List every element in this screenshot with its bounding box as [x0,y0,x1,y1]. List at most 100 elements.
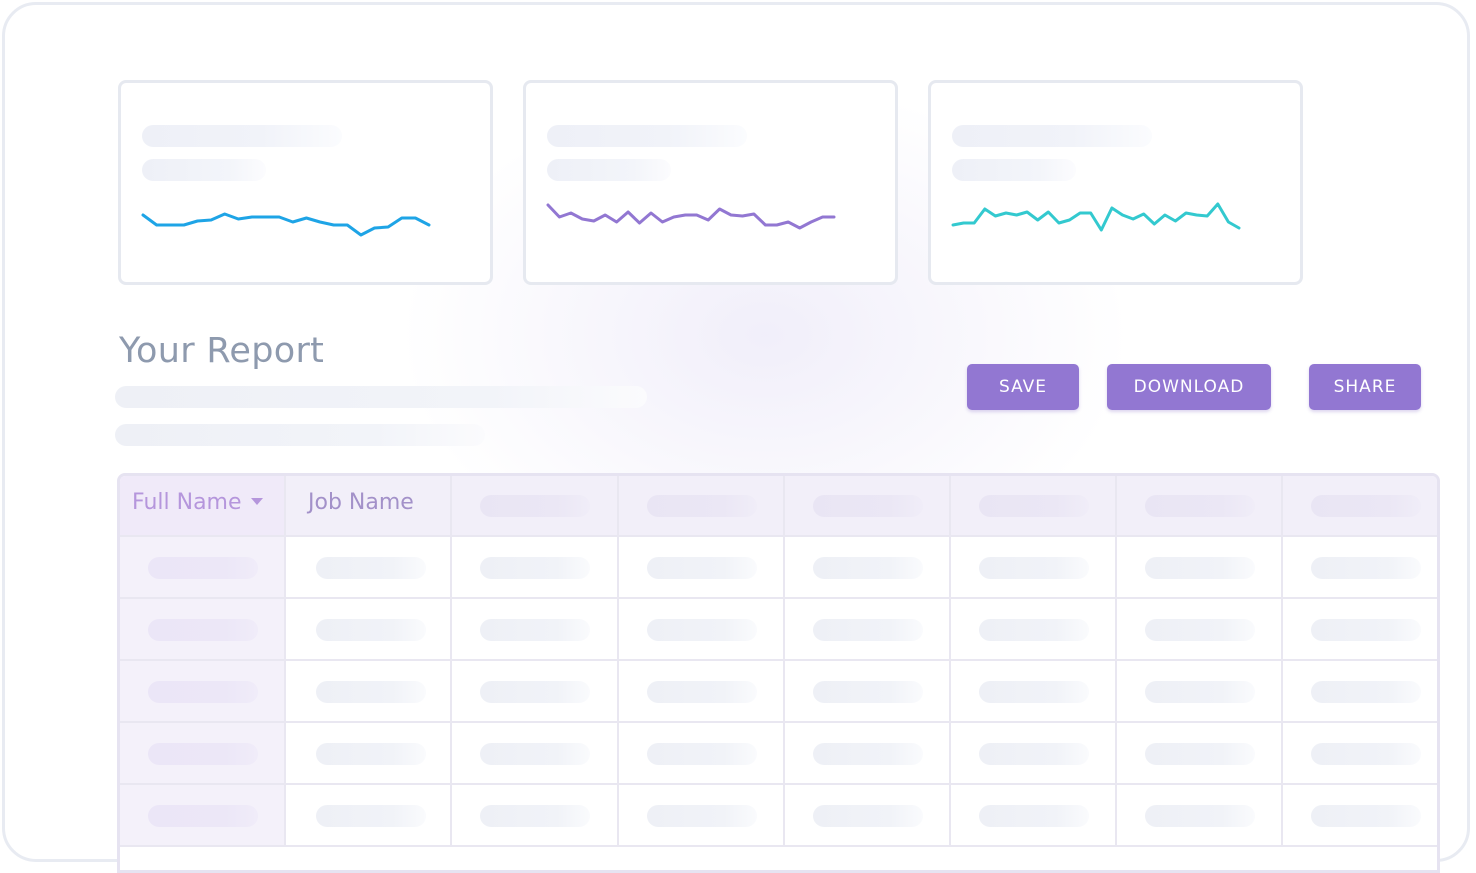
cell-placeholder [647,619,757,641]
table-cell [120,599,286,661]
table-cell [951,537,1117,599]
cell-placeholder [1311,619,1421,641]
cell-placeholder [480,743,590,765]
cell-placeholder [979,681,1089,703]
cell-placeholder [1311,557,1421,579]
cell-placeholder [979,619,1089,641]
cell-placeholder [148,681,258,703]
table-cell [452,537,619,599]
table-cell [951,599,1117,661]
cell-placeholder [1145,557,1255,579]
sort-caret-icon[interactable] [250,497,263,505]
table-cell [785,661,951,723]
table-cell [1117,661,1283,723]
table-cell [286,661,452,723]
cell-placeholder [1311,805,1421,827]
table-cell [619,599,785,661]
cell-placeholder [480,805,590,827]
table-cell [619,723,785,785]
table-cell [619,537,785,599]
save-button[interactable]: SAVE [967,364,1079,410]
header-placeholder [813,495,923,517]
sparkline-line [141,212,431,237]
column-header[interactable] [785,476,951,537]
header-placeholder [1311,495,1421,517]
cell-placeholder [813,557,923,579]
report-table-grid: Full Name Job Name [120,476,1437,847]
cell-placeholder [979,557,1089,579]
cell-placeholder [148,743,258,765]
table-cell [286,785,452,847]
table-cell [452,785,619,847]
table-cell [452,723,619,785]
table-cell [1283,785,1437,847]
cell-placeholder [647,743,757,765]
cell-placeholder [647,557,757,579]
table-cell [1283,723,1437,785]
cell-placeholder [1311,743,1421,765]
table-cell [619,661,785,723]
cell-placeholder [1311,681,1421,703]
cell-placeholder [316,619,426,641]
cell-placeholder [647,805,757,827]
cell-placeholder [813,681,923,703]
table-cell [120,537,286,599]
table-cell [619,785,785,847]
column-header[interactable] [1117,476,1283,537]
column-header-full-name[interactable]: Full Name [120,476,286,537]
table-cell [785,723,951,785]
metric-card-1[interactable] [118,80,493,285]
sparkline-chart [141,212,431,237]
column-header-label: Job Name [308,490,414,515]
report-description-placeholder [115,424,485,446]
cell-placeholder [480,619,590,641]
table-cell [286,599,452,661]
cell-placeholder [480,557,590,579]
cell-placeholder [1145,805,1255,827]
cell-placeholder [1145,743,1255,765]
column-header[interactable] [452,476,619,537]
table-cell [286,723,452,785]
cell-placeholder [148,557,258,579]
table-cell [452,599,619,661]
table-cell [951,723,1117,785]
metric-card-3[interactable] [928,80,1303,285]
cell-placeholder [979,805,1089,827]
table-cell [120,661,286,723]
report-table: Full Name Job Name [117,473,1440,873]
table-cell [1283,661,1437,723]
table-cell [1283,537,1437,599]
column-header[interactable] [951,476,1117,537]
table-cell [1117,785,1283,847]
cell-placeholder [647,681,757,703]
table-cell [785,785,951,847]
cell-placeholder [813,619,923,641]
cell-placeholder [979,743,1089,765]
column-header[interactable] [1283,476,1437,537]
share-button[interactable]: SHARE [1309,364,1421,410]
cell-placeholder [316,805,426,827]
sparkline-line [951,202,1241,232]
column-header-label: Full Name [132,490,242,515]
download-button[interactable]: DOWNLOAD [1107,364,1271,410]
report-title: Your Report [119,331,325,371]
table-cell [785,537,951,599]
cell-placeholder [1145,681,1255,703]
column-header[interactable] [619,476,785,537]
report-description-placeholder [115,386,647,408]
column-header-job-name[interactable]: Job Name [286,476,452,537]
metric-card-2[interactable] [523,80,898,285]
sparkline-chart [546,203,836,230]
header-placeholder [647,495,757,517]
header-placeholder [1145,495,1255,517]
cell-placeholder [316,557,426,579]
table-cell [1117,537,1283,599]
table-cell [1117,599,1283,661]
table-cell [1283,599,1437,661]
cell-placeholder [148,805,258,827]
table-cell [286,537,452,599]
table-cell [951,661,1117,723]
cell-placeholder [316,681,426,703]
table-cell [951,785,1117,847]
header-placeholder [979,495,1089,517]
